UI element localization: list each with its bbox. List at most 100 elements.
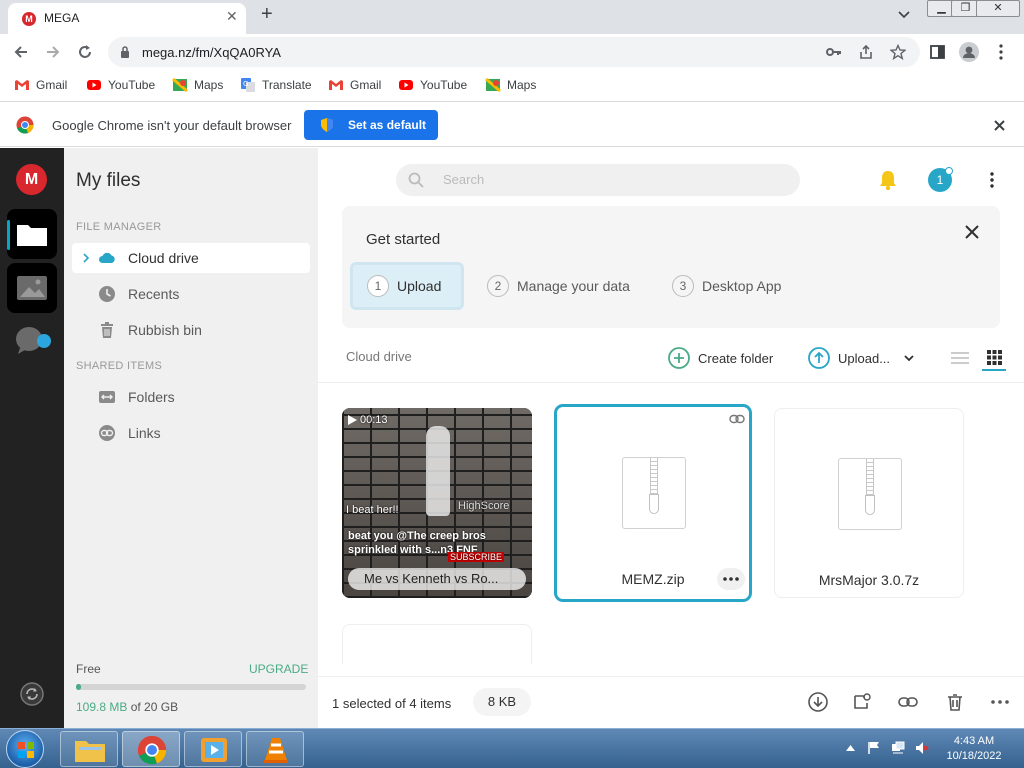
chevron-right-icon[interactable] — [83, 253, 90, 263]
upgrade-link[interactable]: UPGRADE — [249, 662, 308, 676]
storage-progress-fill — [76, 684, 81, 690]
overlay-text: I beat her!! — [346, 504, 399, 516]
set-as-default-button[interactable]: Set as default — [304, 110, 438, 140]
volume-muted-icon[interactable] — [915, 741, 929, 755]
side-panel-icon[interactable] — [930, 45, 945, 59]
create-folder-label: Create folder — [698, 350, 774, 366]
share-icon[interactable] — [858, 44, 874, 60]
upload-button[interactable]: Upload... — [808, 347, 914, 369]
bookmark-youtube[interactable]: YouTube — [86, 76, 155, 94]
youtube-icon — [399, 80, 413, 90]
bookmark-label: Gmail — [36, 78, 68, 92]
storage-progress-bar — [76, 684, 306, 690]
person-icon — [963, 46, 975, 58]
bookmark-gmail[interactable]: Gmail — [14, 76, 67, 94]
tab-search-chevron-icon[interactable] — [898, 11, 910, 19]
get-started-title: Get started — [366, 231, 441, 248]
maps-icon — [172, 77, 188, 93]
create-folder-button[interactable]: Create folder — [668, 347, 773, 369]
sidebar-item-rubbish-bin[interactable]: Rubbish bin — [72, 315, 310, 345]
zip-file-icon — [838, 458, 902, 530]
system-clock[interactable]: 4:43 AM 10/18/2022 — [938, 734, 1010, 764]
notification-bell-icon[interactable] — [878, 169, 898, 191]
grid-view-icon[interactable] — [987, 350, 1002, 365]
more-actions-icon[interactable] — [990, 692, 1010, 712]
overlay-text: HighScore — [458, 500, 510, 512]
file-options-button[interactable] — [717, 568, 745, 590]
rail-photos[interactable] — [7, 263, 57, 313]
file-manager-sidebar: My files FILE MANAGER Cloud drive Recent… — [64, 148, 318, 728]
file-card-zip[interactable]: MrsMajor 3.0.7z — [774, 408, 964, 598]
video-duration: 00:13 — [360, 414, 388, 426]
reload-icon[interactable] — [76, 43, 94, 61]
start-button[interactable] — [6, 730, 44, 768]
divider — [318, 382, 1024, 383]
file-card-partial[interactable] — [342, 624, 532, 664]
selection-status-bar: 1 selected of 4 items 8 KB — [318, 676, 1024, 728]
overlay-text: beat you @The creep bros — [348, 530, 486, 542]
folder-icon — [17, 225, 47, 246]
step-upload[interactable]: 1 Upload — [350, 262, 464, 310]
browser-tab[interactable]: M MEGA ✕ — [8, 3, 246, 34]
taskbar-chrome[interactable] — [122, 731, 180, 767]
sync-icon[interactable] — [20, 682, 44, 706]
show-hidden-icons-icon[interactable] — [846, 745, 855, 751]
bookmark-translate[interactable]: G Translate — [240, 76, 312, 94]
forward-icon[interactable] — [44, 43, 62, 61]
youtube-icon — [87, 80, 101, 90]
list-view-icon[interactable] — [951, 351, 969, 365]
lock-icon[interactable] — [120, 46, 130, 58]
taskbar-vlc[interactable] — [246, 731, 304, 767]
browser-toolbar: mega.nz/fm/XqQA0RYA — [0, 34, 1024, 70]
bookmark-gmail-2[interactable]: Gmail — [328, 76, 381, 94]
file-card-video[interactable]: 00:13 I beat her!! HighScore beat you @T… — [342, 408, 532, 598]
close-window-button[interactable]: ✕ — [976, 0, 1020, 17]
sidebar-item-links[interactable]: Links — [72, 418, 310, 448]
breadcrumb[interactable]: Cloud drive — [346, 349, 412, 364]
profile-avatar[interactable] — [959, 42, 979, 62]
step-label: Desktop App — [702, 278, 782, 294]
chat-icon[interactable] — [14, 326, 52, 356]
infobar-close-icon[interactable] — [994, 120, 1005, 131]
action-center-flag-icon[interactable] — [867, 741, 881, 755]
more-menu-icon[interactable] — [990, 172, 994, 188]
file-card-zip-selected[interactable]: MEMZ.zip — [554, 404, 752, 602]
new-tab-icon[interactable]: + — [261, 3, 273, 26]
taskbar-explorer[interactable] — [60, 731, 118, 767]
vlc-cone-icon — [264, 738, 288, 763]
add-circle-icon — [668, 347, 690, 369]
network-icon[interactable] — [891, 741, 905, 755]
download-icon[interactable] — [808, 692, 828, 712]
sidebar-item-cloud-drive[interactable]: Cloud drive — [72, 243, 310, 273]
search-input[interactable]: Search — [396, 164, 800, 196]
taskbar-media-player[interactable] — [184, 731, 242, 767]
bookmark-star-icon[interactable] — [890, 44, 906, 60]
step-manage-data[interactable]: 2 Manage your data — [487, 262, 630, 310]
get-link-icon[interactable] — [898, 692, 918, 712]
back-icon[interactable] — [12, 43, 30, 61]
address-bar[interactable]: mega.nz/fm/XqQA0RYA — [108, 37, 920, 67]
share-link-icon[interactable] — [852, 692, 872, 712]
get-started-panel: Get started 1 Upload 2 Manage your data … — [342, 206, 1000, 328]
tab-close-icon[interactable]: ✕ — [226, 8, 238, 25]
close-get-started-icon[interactable] — [965, 225, 979, 239]
clock-date: 10/18/2022 — [946, 750, 1002, 762]
main-content: Search 1 Get started 1 Upload 2 Manage y… — [318, 148, 1024, 728]
search-placeholder: Search — [443, 172, 485, 187]
key-icon[interactable] — [826, 45, 842, 59]
bookmark-youtube-2[interactable]: YouTube — [398, 76, 467, 94]
mega-logo[interactable]: M — [16, 164, 47, 195]
chrome-menu-icon[interactable] — [999, 44, 1003, 60]
sidebar-item-recents[interactable]: Recents — [72, 279, 310, 309]
step-desktop-app[interactable]: 3 Desktop App — [672, 262, 781, 310]
sidebar-item-folders[interactable]: Folders — [72, 382, 310, 412]
storage-usage-text: 109.8 MB of 20 GB — [76, 700, 178, 714]
selection-size: 8 KB — [473, 688, 531, 716]
maps-icon — [485, 77, 501, 93]
cloud-icon — [99, 252, 115, 263]
link-icon[interactable] — [729, 414, 745, 424]
rail-cloud-drive[interactable] — [7, 209, 57, 259]
bookmark-maps-2[interactable]: Maps — [485, 76, 536, 94]
bookmark-maps[interactable]: Maps — [172, 76, 223, 94]
delete-icon[interactable] — [945, 692, 965, 712]
